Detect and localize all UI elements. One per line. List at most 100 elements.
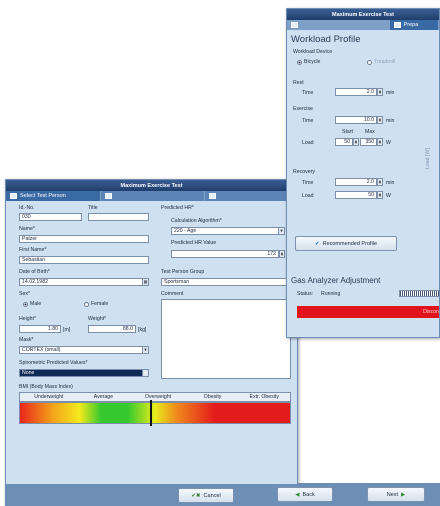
bmi-cat-average: Average (93, 394, 113, 400)
window-title: Maximum Exercise Test (287, 9, 439, 20)
sex-female-label: Female (91, 301, 109, 307)
device-treadmill-label: Treadmill (374, 59, 396, 65)
back-window: Maximum Exercise Test Select Test Person… (5, 179, 298, 506)
recovery-load-field[interactable]: 50 (335, 191, 377, 199)
title-label: Title (88, 205, 98, 211)
exercise-max-label: Max (365, 129, 375, 135)
device-treadmill-radio[interactable]: Treadmill (367, 59, 395, 65)
rest-time-spinner[interactable] (377, 88, 383, 96)
radio-empty-icon (367, 59, 372, 65)
chevron-down-icon: ▼ (142, 347, 148, 353)
mask-value: CORTEX (small) (22, 347, 61, 353)
comment-textarea[interactable] (161, 299, 291, 379)
exercise-max-spinner[interactable] (377, 138, 383, 146)
tab-bar: Select Test Person (6, 191, 297, 201)
exercise-time-field[interactable]: 10.0 (335, 116, 377, 124)
sex-female-radio[interactable]: Female (84, 301, 108, 307)
bmi-gradient-bar (19, 402, 291, 424)
recovery-time-field[interactable]: 2.0 (335, 178, 377, 186)
id-no-field[interactable]: 030 (19, 213, 82, 221)
progress-bar (399, 290, 439, 297)
sex-male-radio[interactable]: Male (23, 301, 41, 307)
footer-bar (6, 484, 297, 505)
bmi-cat-underweight: Underweight (34, 394, 64, 400)
back-button-visible[interactable]: ◀ Back (277, 487, 333, 502)
first-name-field[interactable]: Sebastian (19, 256, 149, 264)
cancel-icon: ✔✖ (191, 492, 201, 499)
recommended-profile-button[interactable]: ✔ Recommended Profile (295, 236, 397, 251)
height-field[interactable]: 1.80 (19, 325, 61, 333)
mask-select[interactable]: CORTEX (small) ▼ (19, 346, 149, 354)
tab-label: Prepa (403, 22, 419, 28)
cancel-label: Cancel (203, 492, 221, 499)
title-field[interactable] (88, 213, 149, 221)
dob-picker[interactable]: 14.02.1982 ▦ (19, 278, 149, 286)
gas-analyzer-heading: Gas Analyzer Adjustment (291, 276, 381, 285)
recommended-profile-icon: ✔ (314, 240, 320, 247)
device-bicycle-radio[interactable]: Bicycle (297, 59, 320, 65)
cancel-button[interactable]: ✔✖ Cancel (178, 488, 234, 503)
arrow-left-icon: ◀ (295, 491, 300, 498)
rest-time-field[interactable]: 2.0 (335, 88, 377, 96)
exercise-start-label: Start (342, 129, 353, 135)
tab-workload[interactable] (287, 20, 390, 30)
comment-label: Comment (161, 291, 184, 297)
front-window: Maximum Exercise Test Prepa Workload Pro… (286, 8, 440, 338)
first-name-label: First Name* (19, 247, 47, 253)
spiro-value: None (22, 370, 35, 376)
calc-algo-label: Calculation Algorithm* (171, 218, 222, 224)
recovery-time-spinner[interactable] (377, 178, 383, 186)
tab-workload[interactable] (101, 191, 205, 201)
next-button[interactable]: Next ▶ (367, 487, 425, 502)
calc-algo-value: 220 - Age (174, 228, 197, 234)
monitor-icon (105, 193, 113, 199)
bmi-cat-extr-obesity: Extr. Obesity (249, 394, 279, 400)
group-select[interactable]: Sportsman (161, 278, 291, 286)
radio-selected-icon (23, 301, 28, 307)
exercise-time-spinner[interactable] (377, 116, 383, 124)
workload-profile-heading: Workload Profile (291, 34, 361, 45)
weight-unit: [kg] (138, 327, 147, 333)
tab-select-test-person[interactable]: Select Test Person (6, 191, 102, 201)
mask-label: Mask* (19, 337, 34, 343)
tab-preparation[interactable]: Prepa (389, 20, 439, 30)
next-label: Next (386, 491, 399, 498)
recovery-load-spinner[interactable] (377, 191, 383, 199)
device-bicycle-label: Bicycle (304, 59, 321, 65)
back-label: Back (302, 491, 315, 498)
sex-label: Sex* (19, 291, 30, 297)
exercise-start-spinner[interactable] (353, 138, 359, 146)
exercise-start-field[interactable]: 50 (335, 138, 353, 146)
weight-label: Weight* (88, 316, 107, 322)
tab-label: Select Test Person (20, 193, 66, 199)
name-field[interactable]: Patzer (19, 235, 149, 243)
clipboard-icon (208, 193, 216, 199)
rest-label: Rest (293, 80, 304, 86)
clipboard-icon (393, 22, 401, 28)
calendar-icon[interactable]: ▦ (142, 279, 148, 285)
load-axis-label: Load [W] (425, 148, 431, 169)
recovery-time-unit: min (386, 180, 395, 186)
recovery-label: Recovery (293, 169, 315, 175)
height-unit: [m] (63, 327, 71, 333)
disconnect-alert-bar[interactable]: Discon (297, 306, 439, 318)
calc-algo-select[interactable]: 220 - Age ▼ (171, 227, 285, 235)
name-label: Name* (19, 226, 35, 232)
exercise-load-unit: W (386, 140, 391, 146)
bmi-title: BMI (Body Mass Index) (19, 384, 73, 390)
weight-field[interactable]: 88.0 (88, 325, 136, 333)
exercise-max-field[interactable]: 350 (360, 138, 377, 146)
tab-preparation[interactable] (205, 191, 297, 201)
rest-time-unit: min (386, 90, 395, 96)
rest-time-label: Time (302, 90, 314, 96)
height-label: Height* (19, 316, 37, 322)
status-label: Status: (297, 291, 314, 297)
status-value: Running (321, 291, 341, 297)
monitor-icon (291, 22, 298, 28)
exercise-load-label: Load (302, 140, 314, 146)
recommended-profile-label: Recommended Profile (322, 240, 378, 247)
pred-hr-spinner[interactable] (279, 250, 285, 258)
spiro-select[interactable]: None ▼ (19, 369, 149, 377)
chevron-down-icon: ▼ (278, 228, 284, 234)
tab-bar: Prepa (287, 20, 439, 30)
